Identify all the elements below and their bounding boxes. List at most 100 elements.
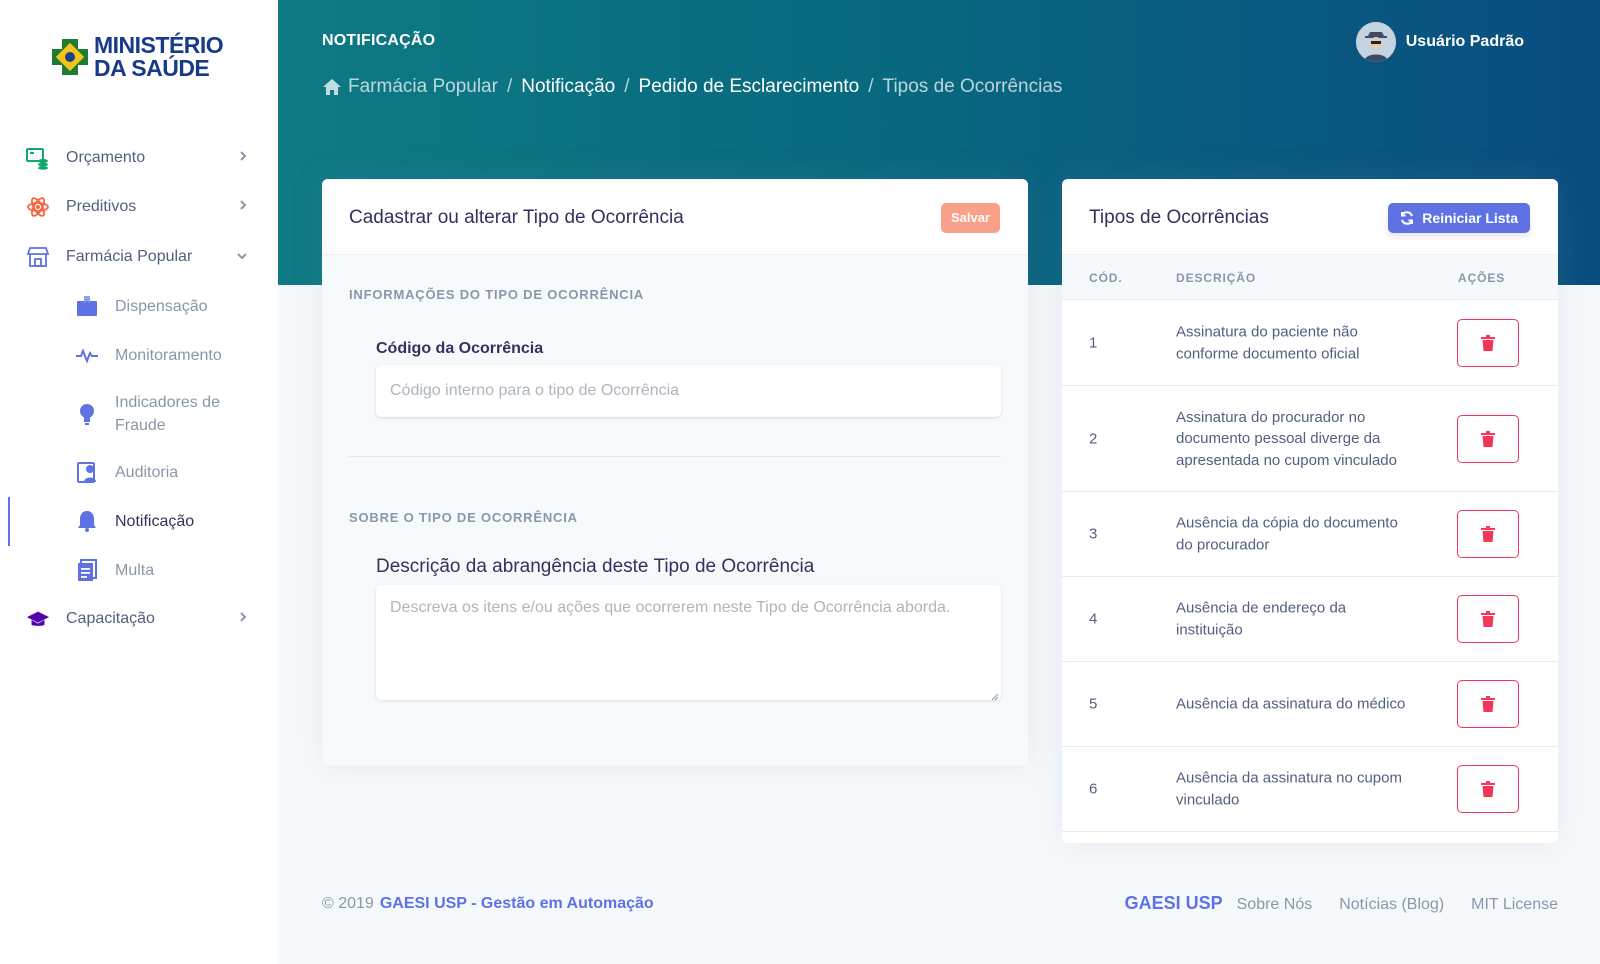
sidebar-subitem-label: Indicadores de Fraude: [115, 393, 220, 434]
breadcrumb-pedido-esclarecimento[interactable]: Pedido de Esclarecimento: [639, 76, 860, 98]
form-card-body: INFORMAÇÕES DO TIPO DE OCORRÊNCIA Código…: [322, 255, 1028, 765]
breadcrumb-notificacao[interactable]: Notificação: [521, 76, 615, 98]
table-row: 5 Ausência da assinatura do médico: [1062, 662, 1558, 747]
trash-icon: [1481, 335, 1495, 351]
document-icon: [75, 558, 99, 582]
refresh-icon: [1400, 211, 1414, 225]
footer-brand-link[interactable]: GAESI USP: [1125, 893, 1223, 914]
sidebar-item-label: Preditivos: [66, 198, 137, 216]
sidebar-subitem-auditoria[interactable]: Auditoria: [0, 448, 278, 497]
column-header-descricao: DESCRIÇÃO: [1176, 271, 1257, 285]
resize-grip-icon[interactable]: [989, 688, 999, 701]
budget-icon: [26, 146, 50, 170]
row-code: 4: [1089, 610, 1098, 628]
sidebar-item-label: Capacitação: [66, 610, 155, 628]
list-card-title: Tipos de Ocorrências: [1089, 207, 1269, 228]
description-placeholder: Descreva os itens e/ou ações que ocorrer…: [390, 599, 951, 616]
lightbulb-icon: [75, 402, 99, 426]
chevron-down-icon: [236, 248, 248, 266]
list-card-header: Tipos de Ocorrências Reiniciar Lista: [1062, 179, 1558, 255]
delete-button[interactable]: [1457, 680, 1519, 728]
save-button[interactable]: Salvar: [940, 203, 1000, 233]
delete-button[interactable]: [1457, 595, 1519, 643]
sidebar-subitem-label: Dispensação: [115, 297, 208, 315]
row-code: 1: [1089, 334, 1098, 352]
sidebar-item-preditivos[interactable]: Preditivos: [0, 183, 278, 233]
row-description: Assinatura do paciente não conforme docu…: [1176, 323, 1360, 363]
sidebar-subitem-label: Auditoria: [115, 463, 179, 481]
chevron-right-icon: [238, 610, 248, 628]
chevron-right-icon: [238, 149, 248, 167]
footer-link-sobre[interactable]: Sobre Nós: [1237, 896, 1313, 914]
sidebar-subitem-label: Notificação: [115, 512, 195, 530]
sidebar-nav: Orçamento Preditivos Farmácia Popular Di…: [0, 133, 278, 644]
row-description: Ausência da assinatura no cupom vinculad…: [1176, 769, 1402, 809]
sidebar-item-orcamento[interactable]: Orçamento: [0, 133, 278, 183]
home-icon[interactable]: [322, 78, 342, 96]
sidebar-item-label: Farmácia Popular: [66, 247, 193, 265]
chevron-right-icon: [238, 198, 248, 216]
sidebar-subitem-notificacao[interactable]: Notificação: [0, 496, 278, 546]
row-code: 6: [1089, 780, 1098, 798]
breadcrumb-separator: /: [624, 76, 630, 97]
delete-button[interactable]: [1457, 510, 1519, 558]
user-name: Usuário Padrão: [1405, 33, 1524, 50]
sidebar-item-farmacia-popular[interactable]: Farmácia Popular: [0, 232, 278, 282]
copyright-text: © 2019: [322, 895, 374, 912]
column-header-cod: CÓD.: [1089, 271, 1123, 285]
reset-list-button[interactable]: Reiniciar Lista: [1388, 203, 1530, 233]
logo-text: MINISTÉRIO DA SAÚDE: [94, 32, 224, 81]
gaesi-link[interactable]: GAESI USP - Gestão em Automação: [380, 895, 654, 912]
brazil-flag-icon: [48, 35, 92, 79]
table-row: 2 Assinatura do procurador no documento …: [1062, 386, 1558, 492]
breadcrumb-separator: /: [868, 76, 874, 97]
sidebar-subitem-label: Monitoramento: [115, 346, 222, 364]
audit-icon: [75, 460, 99, 484]
breadcrumb-tipos-ocorrencias: Tipos de Ocorrências: [882, 76, 1063, 97]
avatar: [1355, 22, 1396, 62]
form-card: Cadastrar ou alterar Tipo de Ocorrência …: [322, 179, 1028, 765]
trash-icon: [1481, 781, 1495, 797]
row-code: 2: [1089, 430, 1098, 447]
table-row: 6 Ausência da assinatura no cupom vincul…: [1062, 747, 1558, 832]
form-card-title: Cadastrar ou alterar Tipo de Ocorrência: [349, 207, 684, 228]
code-input[interactable]: Código interno para o tipo de Ocorrência: [376, 365, 1001, 417]
delete-button[interactable]: [1457, 414, 1519, 463]
row-description: Ausência de endereço da instituição: [1176, 599, 1347, 639]
logo-line-2: DA SAÚDE: [94, 55, 210, 81]
sidebar-subitem-dispensacao[interactable]: Dispensação: [0, 282, 278, 331]
atom-icon: [26, 195, 50, 219]
user-menu[interactable]: Usuário Padrão: [1355, 22, 1524, 62]
sidebar-subitem-monitoramento[interactable]: Monitoramento: [0, 331, 278, 380]
code-field-label: Código da Ocorrência: [376, 340, 544, 357]
footer-links: GAESI USP Sobre Nós Notícias (Blog) MIT …: [1125, 893, 1558, 914]
sidebar: MINISTÉRIO DA SAÚDE Orçamento Preditivos…: [0, 0, 278, 964]
breadcrumb-farmacia-popular[interactable]: Farmácia Popular: [348, 76, 498, 98]
description-field-label: Descrição da abrangência deste Tipo de O…: [376, 556, 815, 577]
active-indicator: [8, 496, 10, 546]
delete-button[interactable]: [1457, 765, 1519, 813]
table-row: 1 Assinatura do paciente não conforme do…: [1062, 301, 1558, 386]
logo-line-1: MINISTÉRIO: [94, 32, 224, 58]
description-textarea[interactable]: Descreva os itens e/ou ações que ocorrer…: [376, 585, 1001, 701]
table-row: 3 Ausência da cópia do documento do proc…: [1062, 492, 1558, 577]
breadcrumb: Farmácia Popular / Notificação / Pedido …: [322, 76, 1062, 98]
list-card: Tipos de Ocorrências Reiniciar Lista CÓD…: [1062, 179, 1558, 843]
section-heading-info: INFORMAÇÕES DO TIPO DE OCORRÊNCIA: [349, 287, 645, 302]
form-card-header: Cadastrar ou alterar Tipo de Ocorrência …: [322, 179, 1028, 255]
sidebar-item-capacitacao[interactable]: Capacitação: [0, 595, 278, 645]
delete-button[interactable]: [1457, 319, 1519, 367]
row-description: Ausência da assinatura do médico: [1176, 695, 1406, 713]
sidebar-subitem-multa[interactable]: Multa: [0, 546, 278, 595]
sidebar-subitem-label: Multa: [115, 561, 155, 579]
row-code: 3: [1089, 525, 1098, 543]
ministerio-logo[interactable]: MINISTÉRIO DA SAÚDE: [48, 32, 224, 81]
store-icon: [26, 245, 50, 269]
row-description: Assinatura do procurador no documento pe…: [1176, 408, 1397, 469]
footer-link-noticias[interactable]: Notícias (Blog): [1339, 896, 1444, 914]
footer-link-license[interactable]: MIT License: [1471, 896, 1558, 914]
row-code: 5: [1089, 695, 1098, 713]
sidebar-subitem-indicadores-fraude[interactable]: Indicadores de Fraude: [0, 380, 278, 448]
box-icon: [75, 294, 99, 318]
trash-icon: [1481, 611, 1495, 627]
